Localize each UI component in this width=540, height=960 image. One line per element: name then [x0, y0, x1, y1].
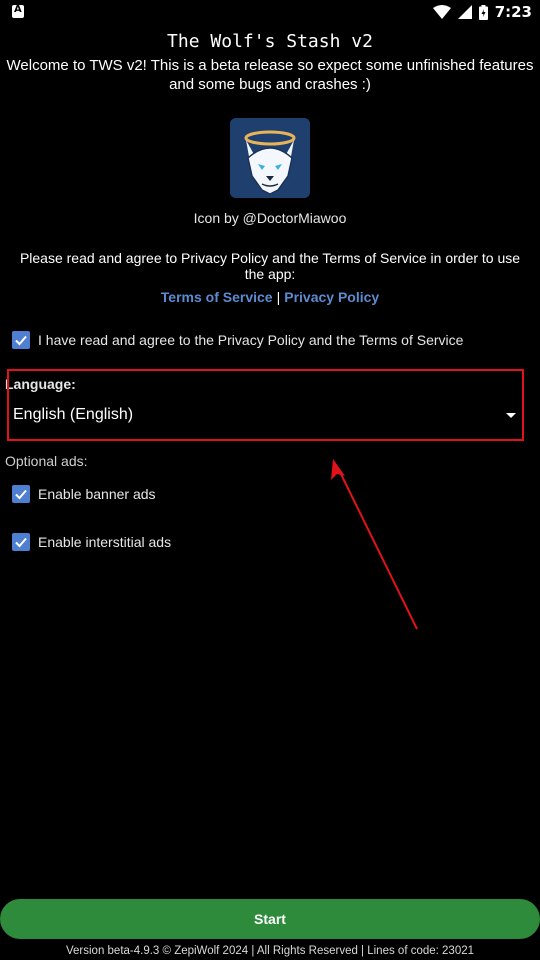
agreement-checkbox-label: I have read and agree to the Privacy Pol… — [38, 332, 464, 348]
version-footer: Version beta-4.9.3 © ZepiWolf 2024 | All… — [65, 945, 475, 957]
optional-ads-heading: Optional ads: — [5, 453, 88, 469]
signal-icon — [457, 5, 472, 19]
privacy-policy-link[interactable]: Privacy Policy — [284, 289, 379, 305]
icon-credit: Icon by @DoctorMiawoo — [193, 210, 347, 226]
agreement-checkbox-row[interactable]: I have read and agree to the Privacy Pol… — [12, 330, 463, 350]
wifi-icon — [432, 5, 451, 19]
agreement-text: Please read and agree to Privacy Policy … — [19, 250, 521, 282]
link-separator: | — [276, 289, 281, 305]
banner-ads-checkbox[interactable] — [12, 485, 30, 503]
banner-ads-row[interactable]: Enable banner ads — [12, 484, 156, 504]
banner-ads-label: Enable banner ads — [38, 486, 156, 502]
policy-links: Terms of Service | Privacy Policy — [0, 289, 540, 305]
annotation-highlight-box — [7, 369, 524, 441]
notification-icon — [12, 4, 24, 18]
agreement-checkbox[interactable] — [12, 331, 30, 349]
start-button[interactable]: Start — [0, 899, 540, 939]
interstitial-ads-label: Enable interstitial ads — [38, 534, 172, 550]
check-icon — [15, 537, 27, 548]
status-bar: 7:23 — [0, 0, 540, 24]
interstitial-ads-row[interactable]: Enable interstitial ads — [12, 532, 171, 552]
interstitial-ads-checkbox[interactable] — [12, 533, 30, 551]
app-logo — [230, 118, 310, 198]
welcome-message: Welcome to TWS v2! This is a beta releas… — [6, 57, 534, 93]
terms-of-service-link[interactable]: Terms of Service — [161, 289, 273, 305]
check-icon — [15, 335, 27, 346]
status-icons: 7:23 — [432, 2, 532, 22]
clock: 7:23 — [494, 3, 532, 21]
app-title: The Wolf's Stash v2 — [167, 31, 373, 52]
battery-icon — [478, 4, 488, 20]
check-icon — [15, 489, 27, 500]
